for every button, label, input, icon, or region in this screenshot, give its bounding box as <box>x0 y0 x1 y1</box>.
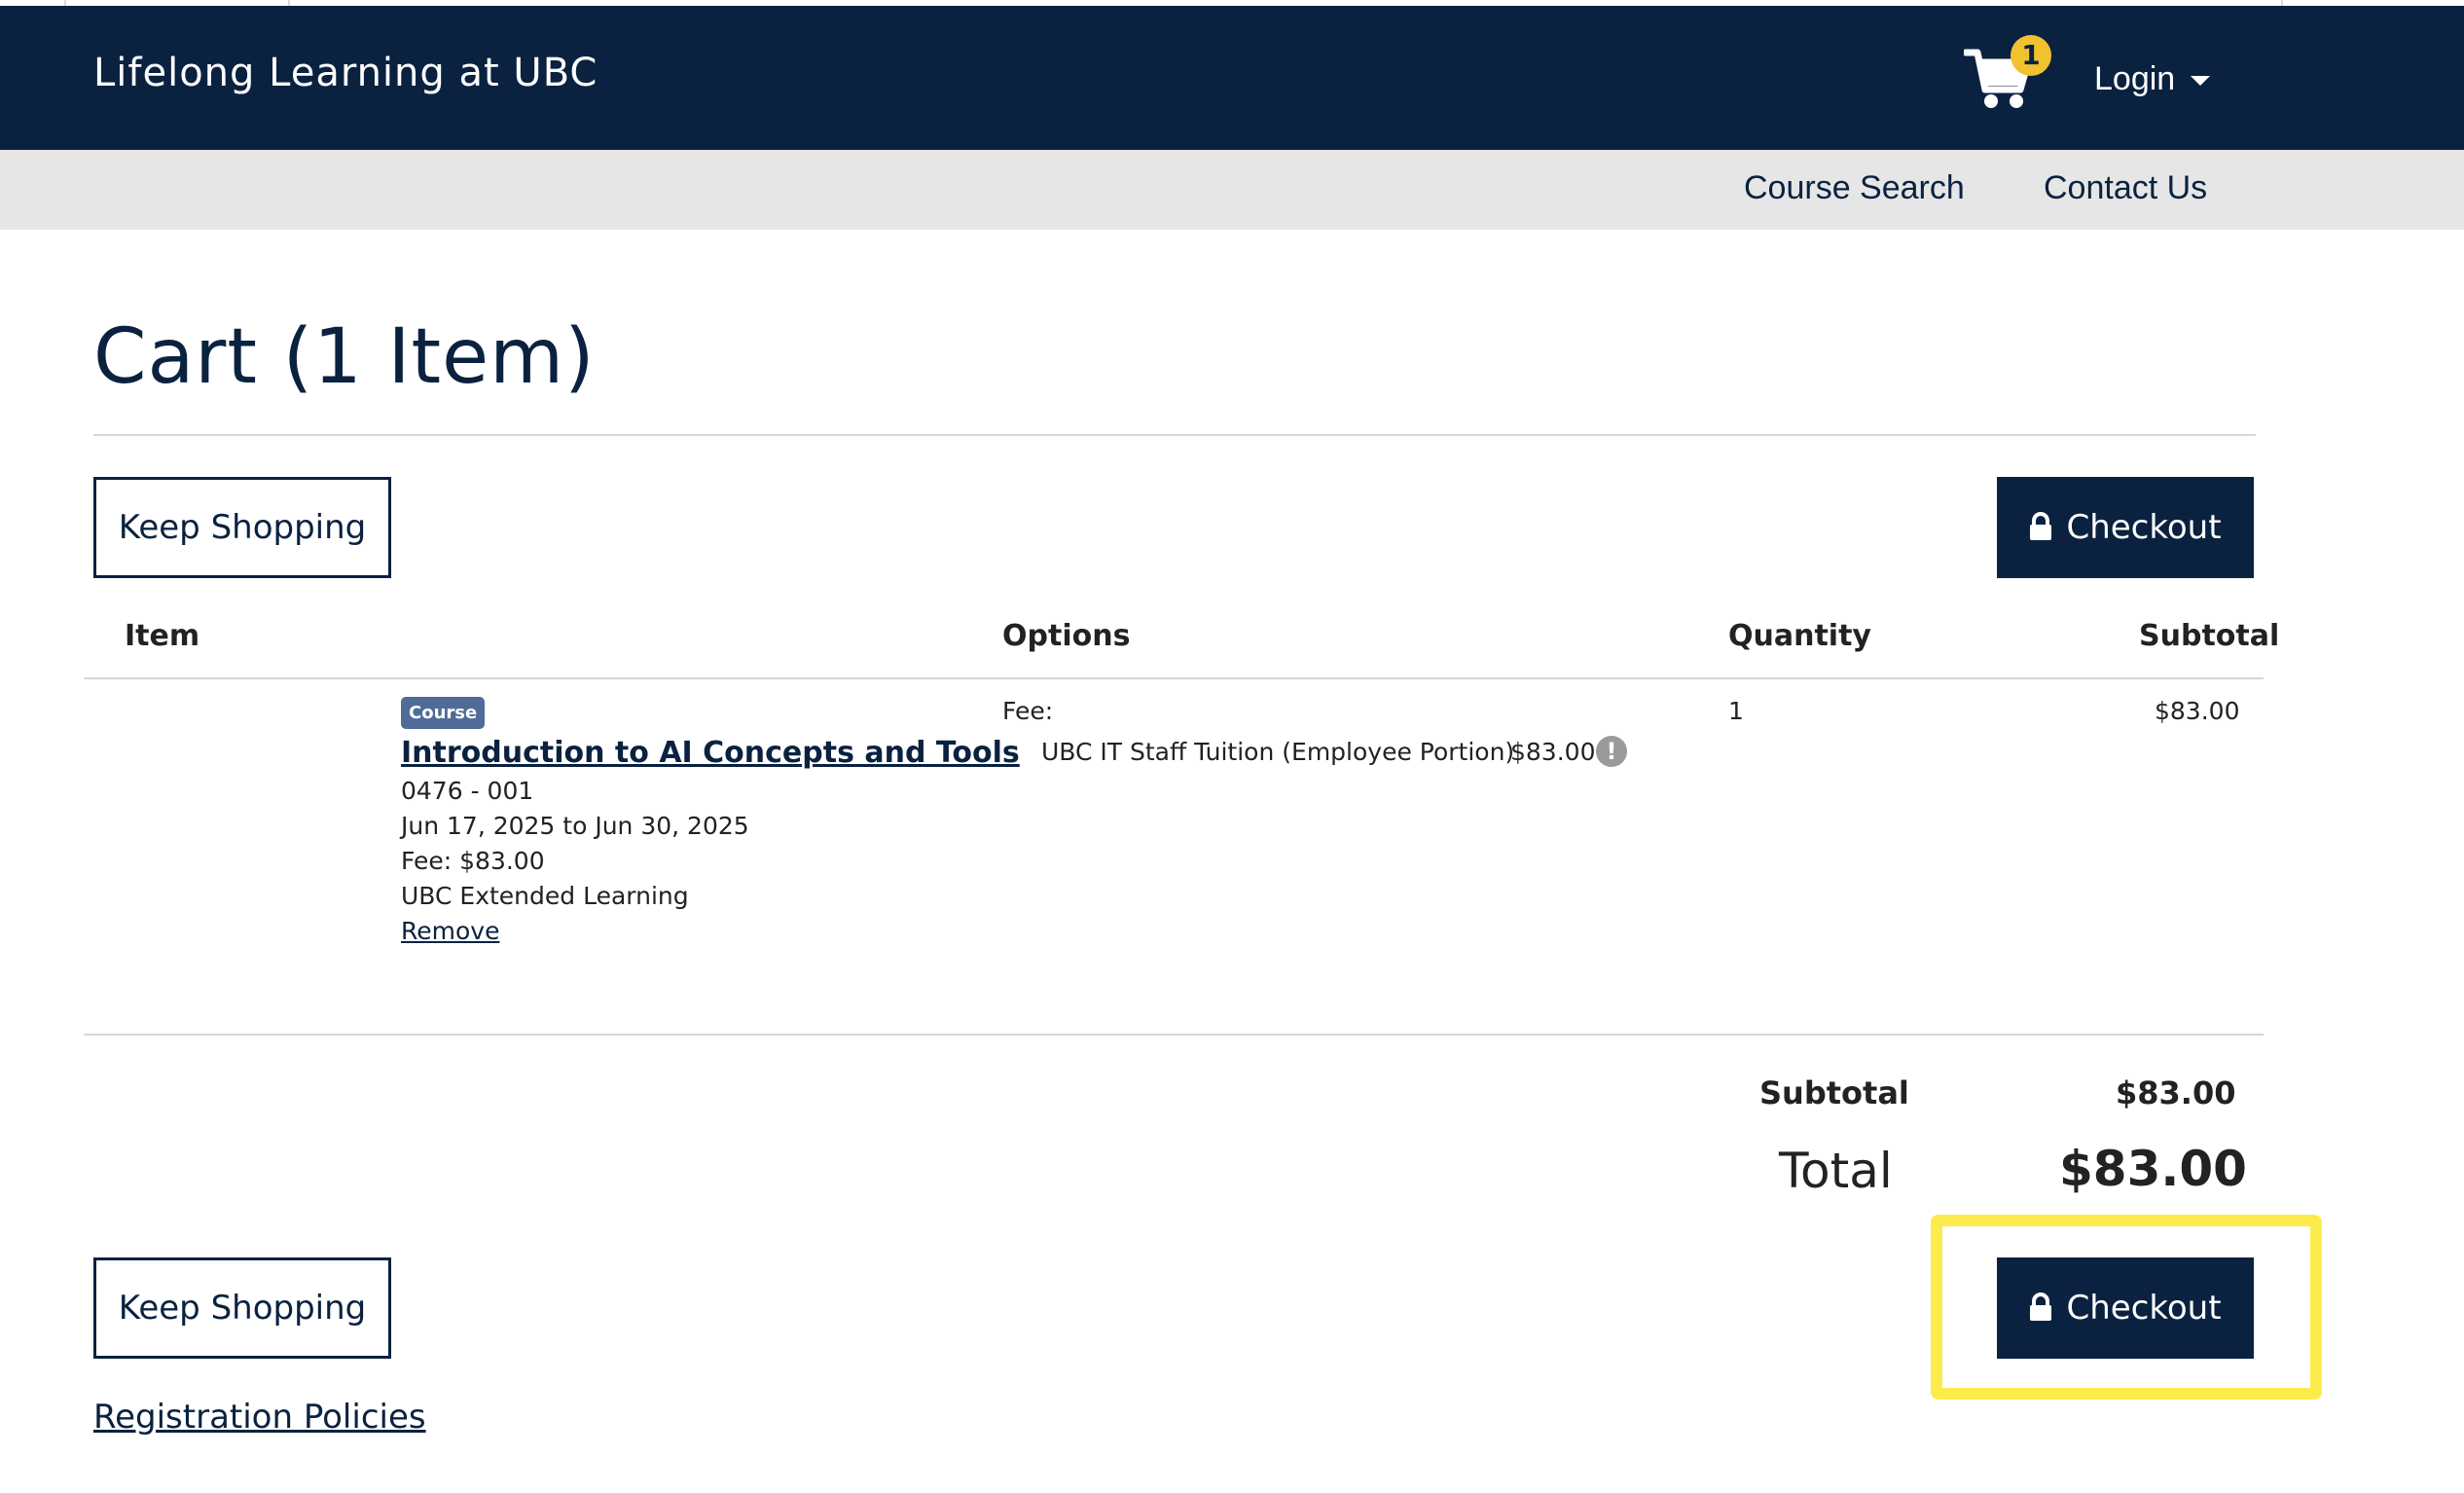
option-name: UBC IT Staff Tuition (Employee Portion) <box>1041 738 1515 766</box>
info-icon[interactable]: ! <box>1596 736 1627 767</box>
registration-policies-link[interactable]: Registration Policies <box>93 1398 426 1437</box>
lock-icon <box>2030 1292 2052 1321</box>
summary-total-value: $83.00 <box>2059 1141 2247 1197</box>
nav-contact-us[interactable]: Contact Us <box>2044 169 2207 207</box>
table-header-divider <box>84 677 2264 679</box>
keep-shopping-button-top[interactable]: Keep Shopping <box>93 477 391 578</box>
option-price: $83.00 <box>1510 738 1596 766</box>
login-dropdown[interactable]: Login <box>2094 60 2211 98</box>
column-header-options: Options <box>1002 619 1131 653</box>
course-dates: Jun 17, 2025 to Jun 30, 2025 <box>401 812 749 840</box>
nav-course-search[interactable]: Course Search <box>1744 169 1965 207</box>
chevron-down-icon <box>2191 76 2211 87</box>
course-fee: Fee: $83.00 <box>401 847 545 875</box>
course-type-badge: Course <box>401 697 486 729</box>
item-subtotal: $83.00 <box>2155 697 2240 725</box>
cart-count-badge: 1 <box>2011 35 2051 76</box>
site-brand[interactable]: Lifelong Learning at UBC <box>93 51 598 95</box>
keep-shopping-button-bottom[interactable]: Keep Shopping <box>93 1257 391 1359</box>
checkout-label: Checkout <box>2066 508 2222 547</box>
cart-button[interactable]: 1 <box>1964 35 2051 113</box>
title-divider <box>93 434 2256 436</box>
course-provider: UBC Extended Learning <box>401 882 689 910</box>
login-label: Login <box>2094 60 2176 97</box>
item-quantity: 1 <box>1728 697 1744 725</box>
lock-icon <box>2030 511 2052 540</box>
remove-link[interactable]: Remove <box>401 917 499 945</box>
summary-subtotal-value: $83.00 <box>2116 1074 2236 1111</box>
page-title: Cart (1 Item) <box>93 313 596 401</box>
summary-subtotal-label: Subtotal <box>1759 1074 1909 1111</box>
checkout-button-top[interactable]: Checkout <box>1997 477 2254 578</box>
column-header-item: Item <box>125 619 200 653</box>
column-header-subtotal: Subtotal <box>2139 619 2280 653</box>
table-footer-divider <box>84 1034 2264 1036</box>
summary-total-label: Total <box>1779 1143 1893 1199</box>
course-title-link[interactable]: Introduction to AI Concepts and Tools <box>401 736 1020 770</box>
secondary-nav: Course Search Contact Us <box>0 150 2464 230</box>
column-header-quantity: Quantity <box>1728 619 1871 653</box>
course-section: 0476 - 001 <box>401 777 534 805</box>
site-header: Lifelong Learning at UBC 1 Login <box>0 6 2464 150</box>
checkout-button-bottom[interactable]: Checkout <box>1997 1257 2254 1359</box>
checkout-label: Checkout <box>2066 1289 2222 1328</box>
options-fee-label: Fee: <box>1002 697 1054 725</box>
